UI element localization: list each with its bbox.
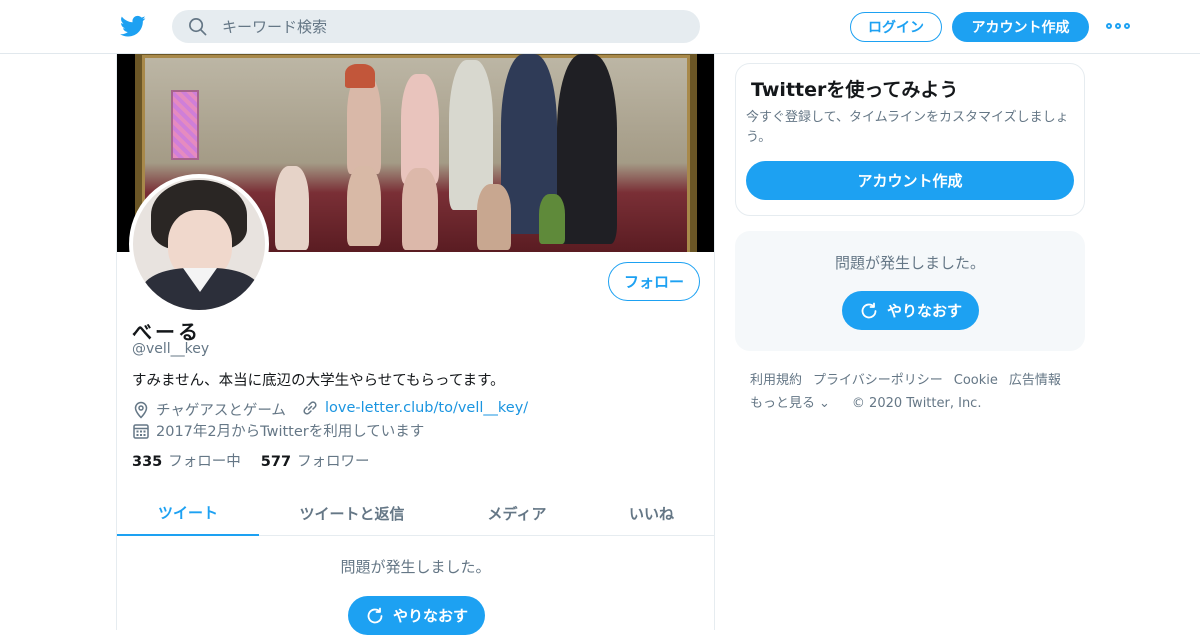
followers-label: フォロワー [297,454,370,470]
profile-avatar[interactable] [129,174,269,314]
footer-copyright: © 2020 Twitter, Inc. [851,396,982,411]
follow-button[interactable]: フォロー [608,262,700,301]
profile-joined-date: 2017年2月からTwitterを利用しています [132,420,424,441]
profile-location: チャゲアスとゲーム [132,399,286,420]
following-count: 335 [132,454,163,470]
footer-link-terms[interactable]: 利用規約 [750,369,802,392]
login-button[interactable]: ログイン [850,12,942,42]
tab-media[interactable]: メディア [445,490,589,536]
timeline-retry-label: やりなおす [392,607,468,625]
followers-count-link[interactable]: 577 フォロワー [261,450,370,471]
search-box[interactable] [172,10,700,43]
footer-link-cookie[interactable]: Cookie [954,369,998,392]
following-count-link[interactable]: 335 フォロー中 [132,450,241,471]
more-options-icon[interactable] [1106,19,1130,33]
timeline-error-text: 問題が発生しました。 [340,558,491,576]
location-text: チャゲアスとゲーム [156,403,286,419]
following-label: フォロー中 [168,454,241,470]
profile-tabs: ツイート ツイートと返信 メディア いいね [117,490,714,536]
tab-tweets-and-replies[interactable]: ツイートと返信 [259,490,445,536]
profile-column: フォロー べーる @vell__key すみません、本当に底辺の大学生やらせても… [116,54,715,635]
search-input[interactable] [222,10,682,43]
profile-url[interactable]: love-letter.club/to/vell__key/ [301,399,528,417]
link-icon [303,401,317,415]
profile-bio: すみません、本当に底辺の大学生やらせてもらってます。 [132,373,505,389]
top-nav-bar: ログイン アカウント作成 [0,0,1200,54]
signup-card-description: 今すぐ登録して、タイムラインをカスタマイズしましょう。 [746,110,1069,145]
location-pin-icon [134,401,148,419]
signup-promo-card: Twitterを使ってみよう 今すぐ登録して、タイムラインをカスタマイズしましょ… [735,63,1085,216]
footer-more-label: もっと見る [750,396,816,411]
sidebar-error-text: 問題が発生しました。 [834,254,985,272]
tab-likes[interactable]: いいね [589,490,714,536]
footer-link-privacy[interactable]: プライバシーポリシー [813,369,943,392]
signup-card-title: Twitterを使ってみよう [751,79,959,101]
chevron-down-icon: ⌄ [819,396,830,411]
refresh-icon [861,302,877,318]
user-handle[interactable]: @vell__key [132,341,209,357]
sidebar-error-card: 問題が発生しました。 やりなおす [735,231,1085,351]
footer-link-ads-info[interactable]: 広告情報 [1009,369,1061,392]
follow-counts: 335 フォロー中 577 フォロワー [132,450,390,471]
search-icon [189,18,207,36]
signup-button[interactable]: アカウント作成 [952,12,1089,42]
tab-tweets[interactable]: ツイート [117,490,259,536]
twitter-bird-logo-icon[interactable] [119,13,147,39]
profile-url-link[interactable]: love-letter.club/to/vell__key/ [325,400,528,416]
signup-card-button[interactable]: アカウント作成 [746,161,1074,200]
sidebar-retry-label: やりなおす [886,302,962,320]
calendar-icon [133,423,149,439]
footer: 利用規約 プライバシーポリシー Cookie 広告情報 もっと見る ⌄ © 202… [750,369,1080,415]
sidebar-retry-button[interactable]: やりなおす [842,291,979,330]
joined-text: 2017年2月からTwitterを利用しています [156,424,425,440]
followers-count: 577 [260,454,292,470]
refresh-icon [367,607,383,623]
timeline-retry-button[interactable]: やりなおす [348,596,485,635]
footer-more-link[interactable]: もっと見る ⌄ [750,392,841,415]
